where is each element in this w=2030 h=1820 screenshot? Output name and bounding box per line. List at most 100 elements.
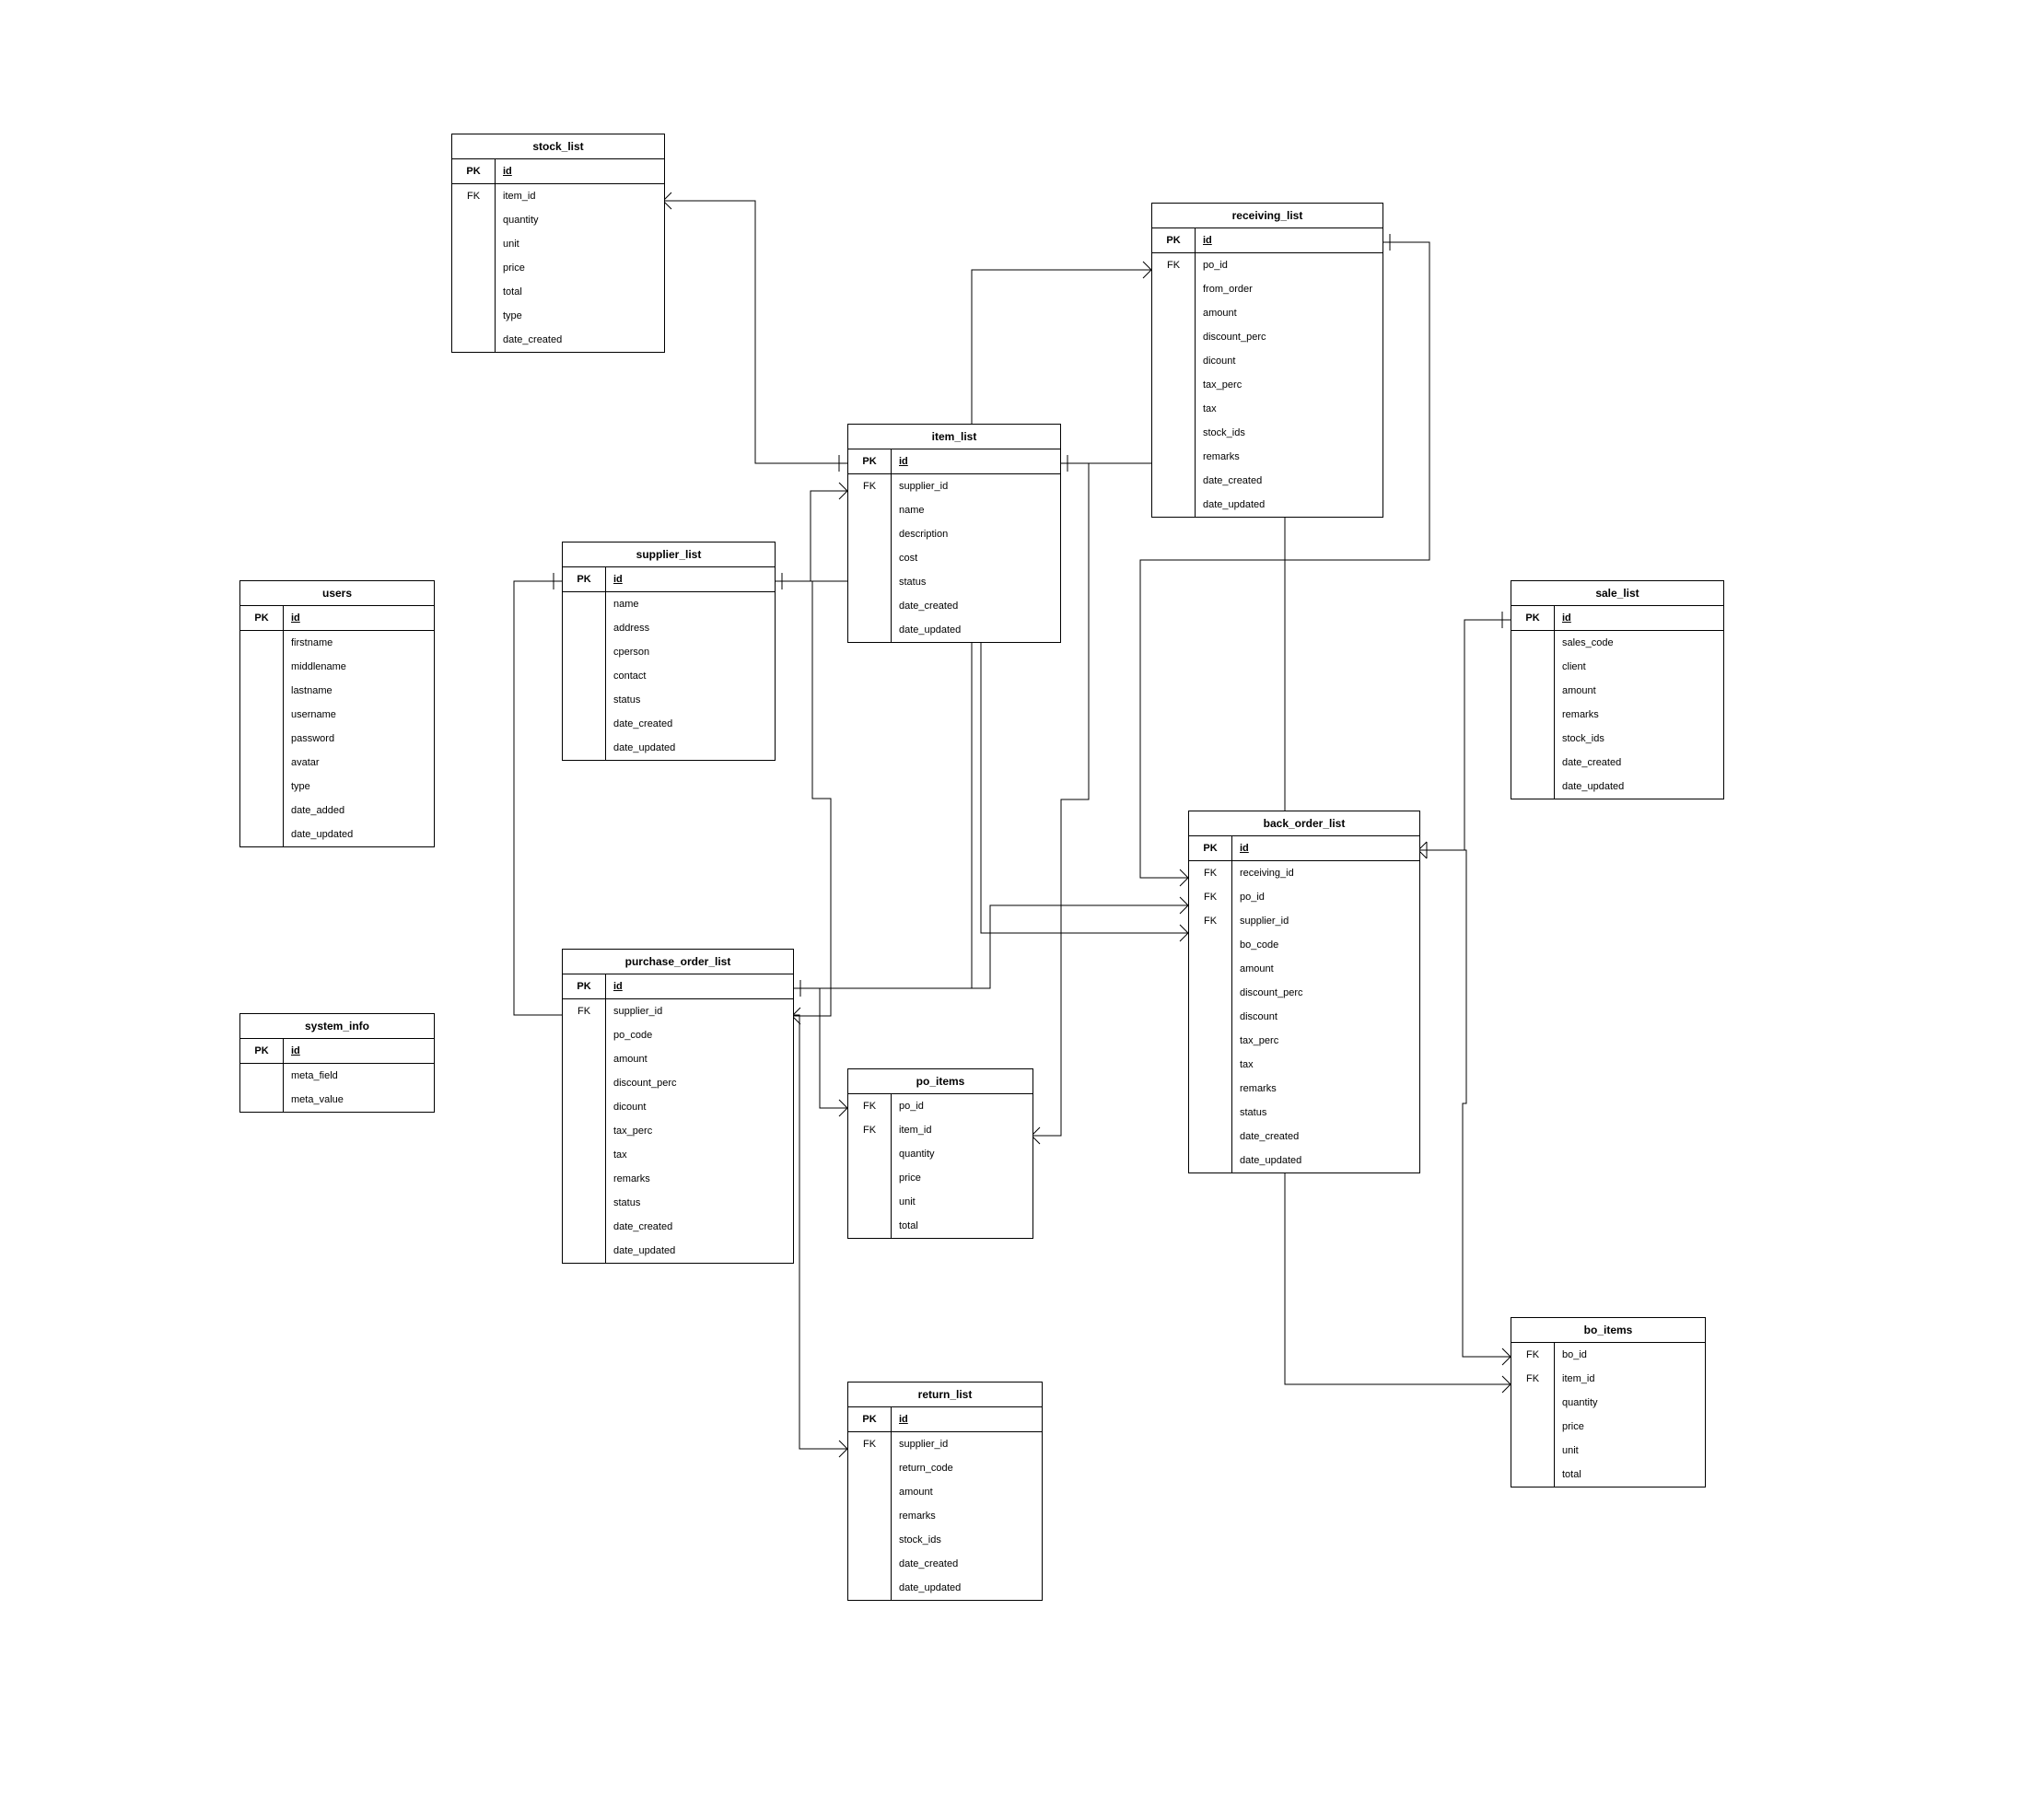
- entity-title: back_order_list: [1189, 811, 1419, 836]
- field-row: date_created: [848, 594, 1060, 618]
- field-row: date_created: [848, 1552, 1042, 1576]
- key-col: [452, 304, 496, 328]
- key-col: [240, 1064, 284, 1088]
- key-col: PK: [240, 606, 284, 630]
- key-col: [848, 1214, 892, 1238]
- field-col: stock_ids: [892, 1528, 1042, 1552]
- key-col: FK: [1189, 885, 1232, 909]
- field-row: avatar: [240, 751, 434, 775]
- field-row: po_code: [563, 1023, 793, 1047]
- field-col: discount_perc: [1196, 325, 1382, 349]
- key-col: [1152, 397, 1196, 421]
- field-row: FKpo_id: [848, 1094, 1032, 1118]
- field-row: discount_perc: [1152, 325, 1382, 349]
- field-col: status: [892, 570, 1060, 594]
- entity-title: users: [240, 581, 434, 606]
- field-col: date_created: [606, 1215, 793, 1239]
- field-row: type: [452, 304, 664, 328]
- key-col: [563, 1167, 606, 1191]
- entity-title: system_info: [240, 1014, 434, 1039]
- field-col: remarks: [606, 1167, 793, 1191]
- key-col: [1189, 1005, 1232, 1029]
- field-col: tax_perc: [1196, 373, 1382, 397]
- key-col: [563, 1143, 606, 1167]
- field-row: total: [1511, 1463, 1705, 1487]
- field-col: sales_code: [1555, 631, 1723, 655]
- key-col: [1189, 1077, 1232, 1101]
- field-row: date_updated: [240, 822, 434, 846]
- field-row: dicount: [1152, 349, 1382, 373]
- key-col: FK: [1189, 909, 1232, 933]
- key-col: FK: [848, 474, 892, 498]
- key-col: PK: [452, 159, 496, 183]
- field-row: FKsupplier_id: [1189, 909, 1419, 933]
- crowfoot-many-icon: [1180, 869, 1188, 886]
- field-col: tax_perc: [606, 1119, 793, 1143]
- key-col: [452, 256, 496, 280]
- field-row: date_created: [452, 328, 664, 352]
- field-col: client: [1555, 655, 1723, 679]
- entity-sale_list: sale_listPKidsales_codeclientamountremar…: [1511, 580, 1724, 799]
- key-col: [563, 664, 606, 688]
- field-col: dicount: [606, 1095, 793, 1119]
- field-row: from_order: [1152, 277, 1382, 301]
- field-col: type: [496, 304, 664, 328]
- relationship-line: [663, 201, 847, 463]
- field-row: remarks: [1511, 703, 1723, 727]
- entity-purchase_order_list: purchase_order_listPKidFKsupplier_idpo_c…: [562, 949, 794, 1264]
- field-row: quantity: [848, 1142, 1032, 1166]
- field-row: unit: [452, 232, 664, 256]
- key-col: [1189, 981, 1232, 1005]
- relationship-line: [792, 988, 847, 1108]
- field-col: cperson: [606, 640, 775, 664]
- field-col: cost: [892, 546, 1060, 570]
- key-col: [452, 328, 496, 352]
- field-col: date_updated: [892, 618, 1060, 642]
- relationship-line: [1418, 850, 1511, 1357]
- key-col: FK: [452, 184, 496, 208]
- field-row: FKpo_id: [1152, 253, 1382, 277]
- pk-row: PKid: [240, 606, 434, 631]
- field-row: price: [1511, 1415, 1705, 1439]
- field-row: remarks: [1189, 1077, 1419, 1101]
- field-col: name: [606, 592, 775, 616]
- field-col: remarks: [892, 1504, 1042, 1528]
- key-col: [240, 1088, 284, 1112]
- key-col: [848, 570, 892, 594]
- key-col: [848, 1552, 892, 1576]
- field-row: FKpo_id: [1189, 885, 1419, 909]
- field-col: id: [892, 1407, 1042, 1431]
- field-row: remarks: [1152, 445, 1382, 469]
- field-col: price: [496, 256, 664, 280]
- key-col: [1152, 493, 1196, 517]
- field-row: status: [563, 1191, 793, 1215]
- field-col: id: [284, 606, 434, 630]
- field-row: amount: [1511, 679, 1723, 703]
- field-col: date_updated: [1196, 493, 1382, 517]
- entity-title: po_items: [848, 1069, 1032, 1094]
- crowfoot-many-icon: [1143, 262, 1151, 278]
- key-col: [1152, 349, 1196, 373]
- field-col: date_created: [606, 712, 775, 736]
- key-col: PK: [1189, 836, 1232, 860]
- key-col: [1152, 373, 1196, 397]
- field-row: tax: [1189, 1053, 1419, 1077]
- key-col: [848, 1480, 892, 1504]
- field-row: FKsupplier_id: [848, 1432, 1042, 1456]
- field-col: id: [892, 449, 1060, 473]
- field-col: address: [606, 616, 775, 640]
- field-row: amount: [1152, 301, 1382, 325]
- field-col: tax: [1232, 1053, 1419, 1077]
- entity-title: supplier_list: [563, 542, 775, 567]
- entity-title: stock_list: [452, 134, 664, 159]
- field-col: date_created: [1555, 751, 1723, 775]
- field-col: amount: [1232, 957, 1419, 981]
- field-col: amount: [1196, 301, 1382, 325]
- field-row: discount_perc: [1189, 981, 1419, 1005]
- field-col: amount: [1555, 679, 1723, 703]
- entity-title: sale_list: [1511, 581, 1723, 606]
- pk-row: PKid: [1189, 836, 1419, 861]
- entity-receiving_list: receiving_listPKidFKpo_idfrom_orderamoun…: [1151, 203, 1383, 518]
- field-col: amount: [606, 1047, 793, 1071]
- key-col: PK: [240, 1039, 284, 1063]
